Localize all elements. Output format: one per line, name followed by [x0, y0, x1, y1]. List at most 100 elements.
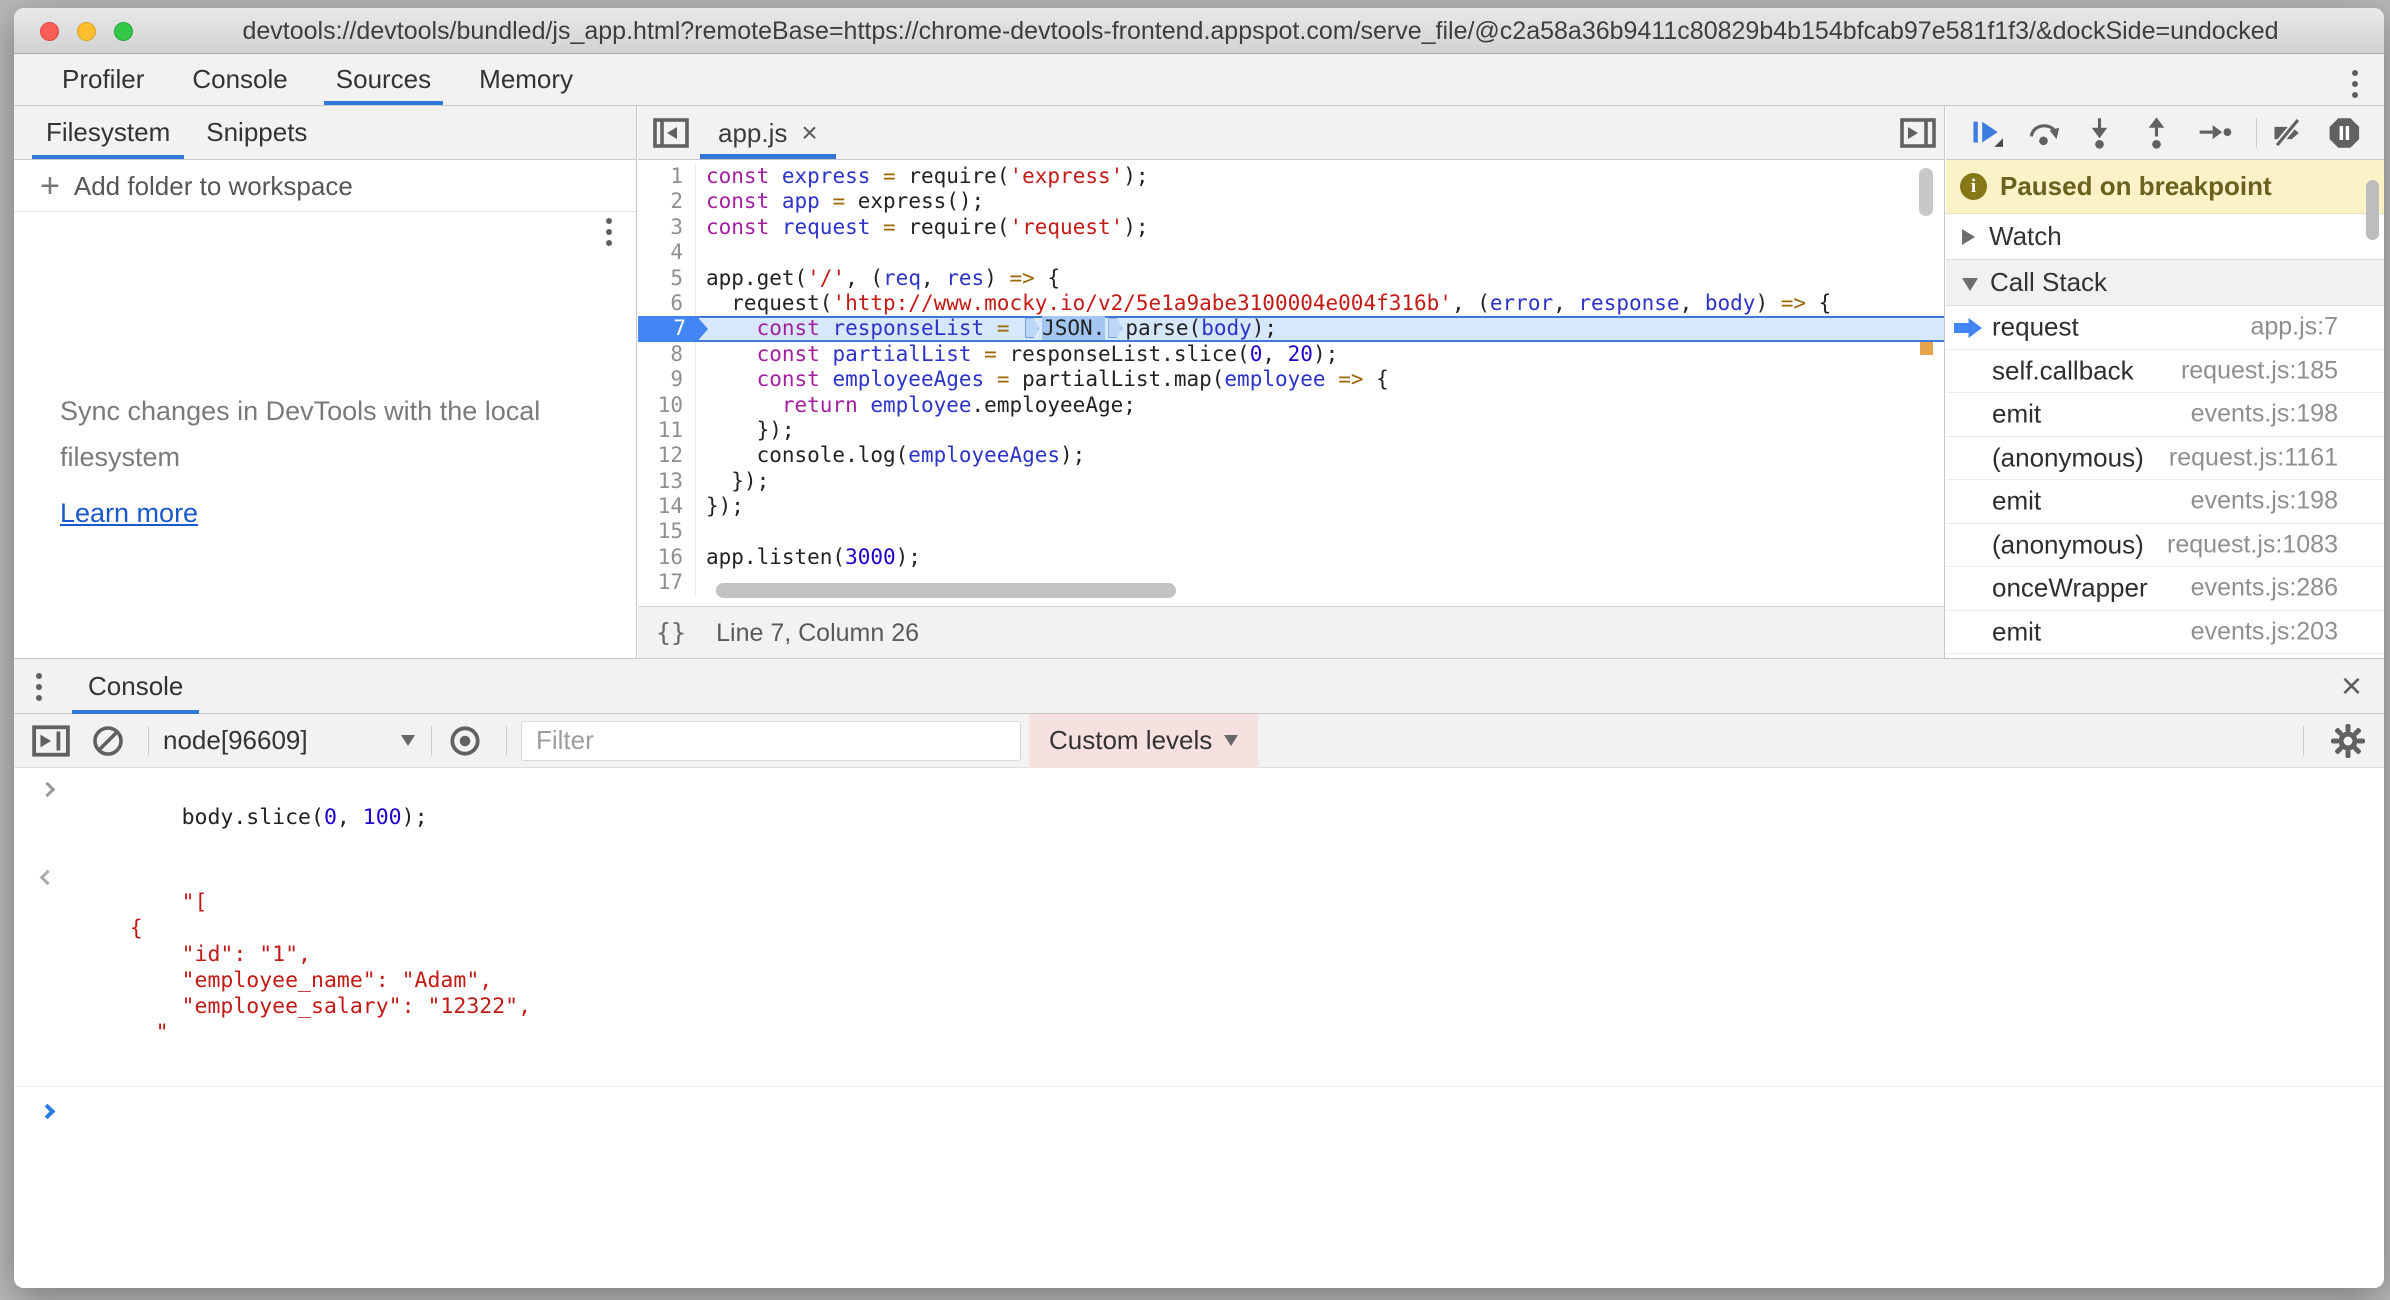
call-stack-section-header[interactable]: Call Stack: [1946, 260, 2384, 306]
open-panel-icon[interactable]: [1900, 118, 1936, 148]
tab-sources[interactable]: Sources: [312, 54, 455, 105]
console-sidebar-icon[interactable]: [32, 725, 70, 757]
devtools-window: devtools://devtools/bundled/js_app.html?…: [14, 8, 2384, 1288]
code-line-6[interactable]: 6 request('http://www.mocky.io/v2/5e1a9a…: [638, 291, 1944, 316]
resume-script-icon[interactable]: [1970, 114, 2005, 152]
navigator-kebab-icon[interactable]: [606, 218, 612, 246]
close-drawer-icon[interactable]: ×: [2341, 665, 2362, 707]
deactivate-breakpoints-icon[interactable]: [2271, 114, 2306, 152]
line-number[interactable]: 14: [638, 494, 696, 519]
code-line-7[interactable]: 7 const responseList = JSON.parse(body);: [638, 316, 1944, 341]
inline-breakpoint-marker-icon[interactable]: [1108, 318, 1122, 338]
console-result[interactable]: "[ { "id": "1", "employee_name": "Adam",…: [14, 864, 2384, 1087]
code-line-3[interactable]: 3const request = require('request');: [638, 215, 1944, 240]
line-number[interactable]: 5: [638, 266, 696, 291]
inline-breakpoint-marker-icon[interactable]: [1025, 318, 1039, 338]
code-line-16[interactable]: 16app.listen(3000);: [638, 545, 1944, 570]
editor-tab-appjs[interactable]: app.js×: [700, 106, 836, 159]
navigator-tab-snippets[interactable]: Snippets: [188, 106, 325, 159]
execution-context-selector[interactable]: node[96609]: [163, 725, 415, 756]
learn-more-link[interactable]: Learn more: [60, 498, 198, 529]
tab-console[interactable]: Console: [168, 54, 311, 105]
line-number[interactable]: 4: [638, 240, 696, 265]
toolbar-divider: [148, 726, 149, 756]
line-number[interactable]: 2: [638, 189, 696, 214]
close-window-button[interactable]: [40, 22, 59, 41]
line-number[interactable]: 17: [638, 570, 696, 595]
call-stack-frame[interactable]: emitevents.js:198: [1946, 393, 2384, 437]
step-over-icon[interactable]: [2027, 114, 2062, 152]
editor-vertical-scrollbar[interactable]: [1919, 168, 1933, 216]
line-number[interactable]: 8: [638, 342, 696, 367]
code-line-14[interactable]: 14});: [638, 494, 1944, 519]
code-line-12[interactable]: 12 console.log(employeeAges);: [638, 443, 1944, 468]
call-stack-frame[interactable]: emitevents.js:198: [1946, 480, 2384, 524]
close-tab-icon[interactable]: ×: [801, 117, 817, 148]
line-number[interactable]: 16: [638, 545, 696, 570]
frame-function: emit: [1992, 486, 2041, 517]
line-content: [696, 570, 706, 595]
code-line-9[interactable]: 9 const employeeAges = partialList.map(e…: [638, 367, 1944, 392]
line-number[interactable]: 15: [638, 519, 696, 544]
custom-levels-button[interactable]: Custom levels: [1029, 714, 1258, 768]
line-number[interactable]: 10: [638, 393, 696, 418]
code-line-11[interactable]: 11 });: [638, 418, 1944, 443]
console-messages: body.slice(0, 100); "[ { "id": "1", "emp…: [14, 768, 2384, 1187]
editor-horizontal-scrollbar[interactable]: [716, 583, 1176, 598]
code-line-13[interactable]: 13 });: [638, 469, 1944, 494]
code-line-4[interactable]: 4: [638, 240, 1944, 265]
pretty-print-icon[interactable]: {}: [656, 618, 686, 647]
call-stack-frame[interactable]: requestapp.js:7: [1946, 306, 2384, 350]
code-line-15[interactable]: 15: [638, 519, 1944, 544]
call-stack-frame[interactable]: (anonymous)request.js:1161: [1946, 437, 2384, 481]
code-editor[interactable]: 1const express = require('express');2con…: [638, 160, 1944, 606]
code-line-10[interactable]: 10 return employee.employeeAge;: [638, 393, 1944, 418]
line-number[interactable]: 6: [638, 291, 696, 316]
line-number[interactable]: 12: [638, 443, 696, 468]
line-number[interactable]: 1: [638, 164, 696, 189]
settings-gear-icon[interactable]: [2330, 723, 2366, 759]
filter-input[interactable]: [521, 721, 1021, 761]
frame-function: emit: [1992, 616, 2041, 647]
step-icon[interactable]: [2197, 114, 2232, 152]
add-folder-button[interactable]: +Add folder to workspace: [14, 160, 636, 212]
sidebar-scrollbar[interactable]: [2366, 180, 2379, 240]
window-title: devtools://devtools/bundled/js_app.html?…: [149, 8, 2372, 54]
navigator-pane: FilesystemSnippets +Add folder to worksp…: [14, 106, 637, 658]
cursor-position: Line 7, Column 26: [716, 619, 919, 647]
pause-on-exceptions-icon[interactable]: [2327, 114, 2362, 152]
watch-section-header[interactable]: Watch: [1946, 214, 2384, 260]
step-into-icon[interactable]: [2083, 114, 2118, 152]
console-kebab-icon[interactable]: [36, 673, 42, 701]
code-line-1[interactable]: 1const express = require('express');: [638, 164, 1944, 189]
call-stack-frame[interactable]: self.callbackrequest.js:185: [1946, 350, 2384, 394]
navigator-tab-filesystem[interactable]: Filesystem: [28, 106, 188, 159]
step-out-icon[interactable]: [2140, 114, 2175, 152]
console-input-echo[interactable]: body.slice(0, 100);: [14, 776, 2384, 860]
line-number[interactable]: 11: [638, 418, 696, 443]
call-stack-frame[interactable]: (anonymous) request.js:1083: [1946, 524, 2384, 568]
line-number[interactable]: 3: [638, 215, 696, 240]
line-number[interactable]: 7: [638, 316, 708, 341]
eye-icon[interactable]: [446, 722, 484, 760]
code-line-2[interactable]: 2const app = express();: [638, 189, 1944, 214]
line-number[interactable]: 13: [638, 469, 696, 494]
hide-navigator-icon[interactable]: [653, 118, 689, 148]
code-line-8[interactable]: 8 const partialList = responseList.slice…: [638, 342, 1944, 367]
tab-memory[interactable]: Memory: [455, 54, 597, 105]
code-line-5[interactable]: 5app.get('/', (req, res) => {: [638, 266, 1944, 291]
console-prompt[interactable]: [14, 1097, 2384, 1187]
frame-location: request.js:1083: [2167, 530, 2338, 559]
clear-console-icon[interactable]: [90, 723, 126, 759]
minimize-window-button[interactable]: [77, 22, 96, 41]
console-tab[interactable]: Console: [72, 659, 199, 714]
frame-function: (anonymous): [1992, 529, 2144, 560]
line-content: app.listen(3000);: [696, 545, 921, 570]
console-header: Console ×: [14, 659, 2384, 714]
zoom-window-button[interactable]: [114, 22, 133, 41]
tab-profiler[interactable]: Profiler: [38, 54, 168, 105]
call-stack-frame[interactable]: emitevents.js:203: [1946, 611, 2384, 655]
main-menu-kebab-icon[interactable]: [2352, 70, 2358, 98]
line-number[interactable]: 9: [638, 367, 696, 392]
call-stack-frame[interactable]: onceWrapperevents.js:286: [1946, 567, 2384, 611]
